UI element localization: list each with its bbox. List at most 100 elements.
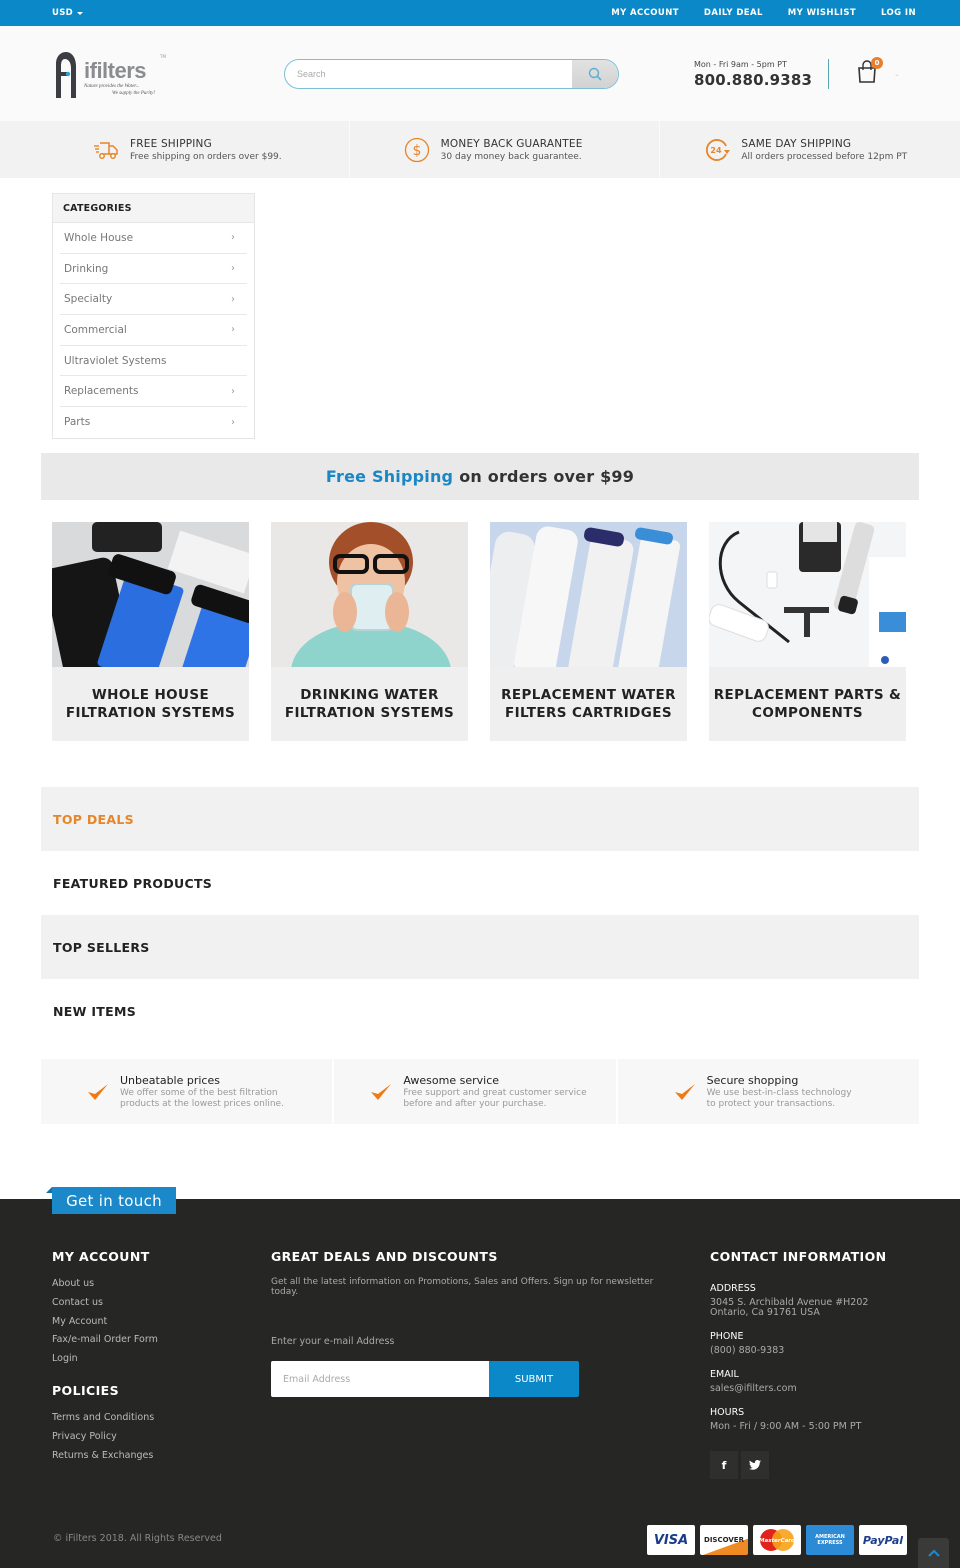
category-commercial[interactable]: Commercial › — [60, 315, 247, 346]
newsletter-desc: today. — [271, 1287, 299, 1297]
footer-link-contact-us[interactable]: Contact us — [52, 1297, 103, 1308]
header-phone[interactable]: 800.880.9383 — [694, 71, 812, 89]
chevron-up-icon — [927, 1549, 940, 1557]
svg-text:MasterCard: MasterCard — [759, 1538, 795, 1544]
tile-caption-line: FILTRATION SYSTEMS — [65, 705, 236, 721]
footer-phone[interactable]: (800) 880-9383 — [710, 1346, 784, 1356]
benefit-title: SAME DAY SHIPPING — [741, 137, 852, 150]
tile-whole-house[interactable]: WHOLE HOUSE FILTRATION SYSTEMS — [52, 522, 249, 741]
tile-replacement-filters[interactable]: REPLACEMENT WATER FILTERS CARTRIDGES — [490, 522, 687, 741]
tile-caption-line: FILTERS CARTRIDGES — [504, 705, 673, 721]
nav-daily-deal[interactable]: DAILY DEAL — [704, 8, 763, 18]
footer-link-privacy[interactable]: Privacy Policy — [52, 1431, 117, 1442]
category-label: Commercial — [64, 323, 127, 336]
category-drinking[interactable]: Drinking › — [60, 254, 247, 285]
amex-icon: AMERICAN EXPRESS — [806, 1525, 854, 1555]
logo-wordmark: ifilters — [84, 58, 147, 83]
top-bar: USD MY ACCOUNT DAILY DEAL MY WISHLIST LO… — [0, 0, 960, 26]
currency-selector[interactable]: USD — [52, 8, 83, 18]
section-top-deals[interactable]: TOP DEALS — [41, 787, 919, 851]
caret-down-icon — [76, 11, 83, 15]
search-button[interactable] — [572, 60, 618, 88]
twitter-icon[interactable] — [741, 1451, 769, 1479]
section-top-sellers[interactable]: TOP SELLERS — [41, 915, 919, 979]
free-shipping-banner[interactable]: Free Shipping on orders over $99 — [41, 453, 919, 500]
newsletter-submit-button[interactable]: SUBMIT — [489, 1361, 579, 1397]
tile-caption-line: FILTRATION SYSTEMS — [284, 705, 455, 721]
footer-link-login[interactable]: Login — [52, 1353, 78, 1364]
promise-secure-shopping: Secure shopping We use best-in-class tec… — [618, 1059, 919, 1124]
promise-awesome-service: Awesome service Free support and great c… — [334, 1059, 618, 1124]
search-bar — [284, 59, 619, 89]
promise-title: Awesome service — [403, 1073, 500, 1087]
nav-log-in[interactable]: LOG IN — [881, 8, 916, 18]
footer-link-order-form[interactable]: Fax/e-mail Order Form — [52, 1334, 158, 1345]
cart-count-badge: 0 — [871, 57, 883, 69]
top-nav: MY ACCOUNT DAILY DEAL MY WISHLIST LOG IN — [611, 8, 916, 18]
benefit-subtitle: Free shipping on orders over $99. — [130, 151, 282, 162]
tile-caption-line: WHOLE HOUSE — [91, 687, 210, 703]
benefit-title: MONEY BACK GUARANTEE — [440, 137, 583, 150]
tile-replacement-parts[interactable]: REPLACEMENT PARTS & COMPONENTS — [709, 522, 906, 741]
logo-mark-icon — [56, 52, 76, 98]
benefit-money-back: $ MONEY BACK GUARANTEE 30 day money back… — [350, 121, 661, 178]
email-label: EMAIL — [710, 1369, 739, 1380]
chevron-right-icon: › — [231, 324, 235, 336]
header: ifilters TM Nature provides the Water...… — [0, 26, 960, 121]
category-label: Parts — [64, 416, 91, 429]
nav-my-account[interactable]: MY ACCOUNT — [611, 8, 679, 18]
cart-chevron-down-icon[interactable]: ⌄ — [894, 70, 900, 78]
section-featured-products[interactable]: FEATURED PRODUCTS — [41, 851, 919, 915]
phone-label: PHONE — [710, 1331, 744, 1342]
logo-tagline-2: We supply the Purity! — [112, 91, 156, 96]
category-replacements[interactable]: Replacements › — [60, 376, 247, 408]
promise-title: Unbeatable prices — [120, 1073, 220, 1087]
child-drinking-water-image — [271, 522, 468, 667]
back-to-top-button[interactable] — [918, 1538, 949, 1568]
footer-link-returns[interactable]: Returns & Exchanges — [52, 1450, 153, 1461]
newsletter-email-label: Enter your e-mail Address — [271, 1336, 395, 1347]
footer-hours: Mon - Fri / 9:00 AM - 5:00 PM PT — [710, 1421, 862, 1432]
svg-text:$: $ — [412, 143, 421, 159]
category-ultraviolet[interactable]: Ultraviolet Systems — [60, 346, 247, 377]
footer-policies-title: POLICIES — [52, 1383, 119, 1398]
benefit-same-day: 24 SAME DAY SHIPPING All orders processe… — [660, 121, 960, 178]
truck-icon — [92, 136, 120, 164]
copyright: © iFilters 2018. All Rights Reserved — [53, 1533, 222, 1544]
category-tiles: WHOLE HOUSE FILTRATION SYSTEMS DRINKING W… — [52, 522, 908, 741]
promises-bar: Unbeatable prices We offer some of the b… — [41, 1059, 919, 1124]
tile-drinking-water[interactable]: DRINKING WATER FILTRATION SYSTEMS — [271, 522, 468, 741]
nav-my-wishlist[interactable]: MY WISHLIST — [788, 8, 856, 18]
tile-caption-line: REPLACEMENT WATER — [501, 687, 676, 703]
address-line-2: Ontario, Ca 91761 USA — [710, 1307, 820, 1318]
promise-desc: We offer some of the best filtration — [120, 1087, 278, 1098]
footer-link-about-us[interactable]: About us — [52, 1278, 94, 1289]
tile-caption: DRINKING WATER FILTRATION SYSTEMS — [271, 667, 468, 741]
promo-text: on orders over $99 — [459, 467, 635, 486]
promise-desc: We use best-in-class technology — [706, 1087, 852, 1098]
footer-link-my-account[interactable]: My Account — [52, 1316, 107, 1327]
category-label: Whole House — [64, 231, 134, 244]
checkmark-icon — [88, 1083, 108, 1100]
address-label: ADDRESS — [710, 1283, 756, 1294]
whole-house-image — [52, 522, 249, 667]
category-whole-house[interactable]: Whole House › — [60, 223, 247, 254]
promo-highlight: Free Shipping — [325, 467, 454, 486]
parts-components-image — [709, 522, 906, 667]
facebook-icon[interactable]: f — [710, 1451, 738, 1479]
logo-tm: TM — [160, 54, 166, 59]
get-in-touch-ribbon: Get in touch — [52, 1187, 176, 1214]
search-input[interactable] — [285, 60, 572, 88]
chevron-right-icon: › — [231, 293, 235, 305]
category-specialty[interactable]: Specialty › — [60, 284, 247, 316]
footer-link-terms[interactable]: Terms and Conditions — [52, 1412, 154, 1423]
footer-email[interactable]: sales@ifilters.com — [710, 1384, 797, 1394]
logo[interactable]: ifilters TM Nature provides the Water...… — [52, 48, 172, 104]
newsletter-title: GREAT DEALS AND DISCOUNTS — [271, 1249, 498, 1264]
category-parts[interactable]: Parts › — [60, 407, 247, 438]
categories-title: CATEGORIES — [53, 194, 254, 223]
mastercard-icon: MasterCard — [753, 1525, 801, 1555]
tile-caption-line: COMPONENTS — [752, 705, 863, 721]
newsletter-email-input[interactable] — [271, 1361, 489, 1397]
section-new-items[interactable]: NEW ITEMS — [41, 979, 919, 1043]
